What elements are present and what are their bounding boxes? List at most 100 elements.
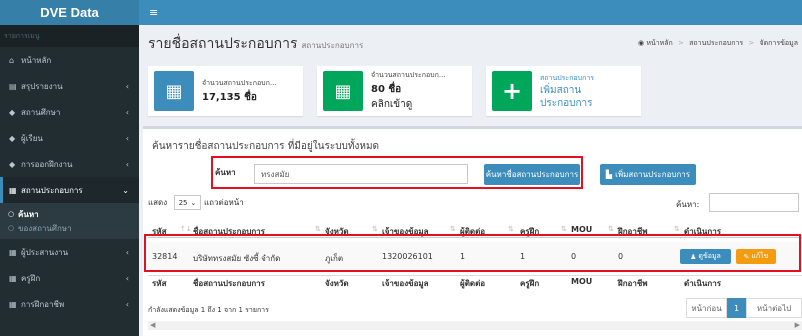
- sort-icon: ⇅: [450, 225, 456, 233]
- footer-column-actions: ดำเนินการ: [684, 279, 721, 288]
- menu-header: รายการเมนู: [0, 25, 139, 47]
- circle-icon: ○: [8, 210, 15, 218]
- breadcrumb-home[interactable]: หน้าหลัก: [646, 39, 672, 47]
- panel-title: ค้นหารายชื่อสถานประกอบการ ที่มีอยู่ในระบ…: [152, 141, 380, 152]
- sort-icon: ⇅: [674, 225, 680, 233]
- page-length-select[interactable]: 25 ⌄: [174, 195, 201, 210]
- page-subtitle: สถานประกอบการ: [301, 41, 364, 50]
- sidebar-item-home[interactable]: ⌂ หน้าหลัก: [0, 47, 139, 73]
- building-icon: ▦: [9, 185, 17, 195]
- submenu-label: ค้นหา: [18, 209, 39, 219]
- breadcrumb-manage: จัดการข้อมูล: [759, 39, 798, 47]
- sidebar-item-label: ครูฝึก: [21, 273, 41, 283]
- sidebar-item-label: การฝึกอาชีพ: [21, 299, 65, 309]
- sidebar-item-label: สถานศึกษา: [21, 107, 61, 117]
- sort-asc-icon: ↑↓: [180, 225, 192, 233]
- page-title: รายชื่อสถานประกอบการ สถานประกอบการ: [148, 33, 363, 55]
- sort-icon: ⇅: [508, 225, 514, 233]
- horizontal-scrollbar[interactable]: ◀ ▶: [148, 321, 802, 330]
- stat-total-companies: ▦ จำนวนสถานประกอบก... 17,135 ชื่อ: [148, 66, 303, 116]
- sidebar-item-label: สถานประกอบการ: [21, 185, 83, 195]
- sidebar-item-training[interactable]: ◆ การออกฝึกงาน ‹: [0, 151, 139, 177]
- chevron-left-icon: ‹: [125, 159, 129, 169]
- stat-value: 80 ชื่อ: [371, 84, 402, 95]
- stat-label: สถานประกอบการ: [540, 73, 595, 82]
- sidebar-item-student[interactable]: ◆ ผู้เรียน ‹: [0, 125, 139, 151]
- add-company-line2[interactable]: ประกอบการ: [540, 97, 594, 110]
- chevron-left-icon: ‹: [125, 107, 129, 117]
- table-footer-header: รหัส ชื่อสถานประกอบการ จังหวัด เจ้าของข้…: [148, 275, 802, 289]
- chevron-down-icon: ⌄: [122, 185, 129, 195]
- stat-school-companies: ▦ จำนวนสถานประกอบก... 80 ชื่อ คลิกเข้าดู: [317, 66, 472, 116]
- footer-column-jobs: ฝึกอาชีพ: [618, 279, 648, 288]
- home-icon: ⌂: [9, 55, 15, 65]
- footer-column-province: จังหวัด: [325, 279, 349, 288]
- submenu-item-search[interactable]: ○ ค้นหา: [8, 207, 139, 221]
- sidebar-item-label: ผู้ประสานงาน: [21, 247, 69, 257]
- view-link[interactable]: คลิกเข้าดู: [371, 97, 446, 112]
- footer-column-id: รหัส: [152, 279, 167, 288]
- add-company-card[interactable]: + สถานประกอบการ เพิ่มสถาน ประกอบการ: [486, 66, 641, 116]
- stat-label: จำนวนสถานประกอบก...: [202, 78, 277, 87]
- scroll-right-icon[interactable]: ▶: [795, 321, 800, 329]
- footer-column-contacts: ผู้ติดต่อ: [460, 279, 486, 288]
- table-info-text: กำลังแสดงข้อมูล 1 ถึง 1 จาก 1 รายการ: [148, 306, 269, 314]
- training-icon: ◆: [9, 159, 16, 169]
- column-header-mou[interactable]: MOU: [571, 225, 592, 234]
- career-icon: ▦: [9, 299, 17, 309]
- sidebar-item-trainer[interactable]: ▦ ครูฝึก ‹: [0, 265, 139, 291]
- sort-icon: ⇅: [372, 225, 378, 233]
- building-icon: ▦: [154, 71, 194, 111]
- page-title-text: รายชื่อสถานประกอบการ: [148, 35, 298, 51]
- pagination-page-1[interactable]: 1: [727, 298, 746, 318]
- sidebar-item-company[interactable]: ▦ สถานประกอบการ ⌄: [0, 177, 139, 203]
- network-icon: ▦: [9, 247, 17, 257]
- view-info-button[interactable]: ♟ ดูข้อมูล: [680, 249, 731, 264]
- circle-icon: ○: [8, 224, 15, 232]
- footer-column-name: ชื่อสถานประกอบการ: [193, 279, 265, 288]
- pagination-next[interactable]: หน้าต่อไป: [746, 298, 802, 318]
- sidebar-item-coordinator[interactable]: ▦ ผู้ประสานงาน ‹: [0, 239, 139, 265]
- footer-column-trainers: ครูฝึก: [520, 279, 540, 288]
- breadcrumb: ◉ หน้าหลัก > สถานประกอบการ > จัดการข้อมู…: [637, 39, 798, 47]
- edit-icon: ✎: [743, 252, 750, 261]
- search-company-button[interactable]: ค้นหาชื่อสถานประกอบการ: [484, 164, 580, 185]
- breadcrumb-company[interactable]: สถานประกอบการ: [689, 39, 743, 47]
- scroll-left-icon[interactable]: ◀: [150, 321, 155, 329]
- edit-button[interactable]: ✎ แก้ไข: [736, 249, 776, 264]
- sidebar-item-label: ผู้เรียน: [21, 133, 43, 143]
- building-icon: ▦: [323, 71, 363, 111]
- page-length-after-label: แถวต่อหน้า: [204, 198, 244, 207]
- chevron-left-icon: ‹: [125, 81, 129, 91]
- add-company-line1[interactable]: เพิ่มสถาน: [540, 84, 594, 97]
- sidebar-item-school[interactable]: ◆ สถานศึกษา ‹: [0, 99, 139, 125]
- chevron-left-icon: ‹: [125, 299, 129, 309]
- sidebar-item-report[interactable]: ▤ สรุปรายงาน ‹: [0, 73, 139, 99]
- chevron-left-icon: ‹: [125, 247, 129, 257]
- top-navbar: ≡: [139, 0, 802, 25]
- sidebar: DVE Data รายการเมนู ⌂ หน้าหลัก ▤ สรุปราย…: [0, 0, 139, 336]
- filter-label: ค้นหา:: [676, 200, 700, 209]
- chevron-left-icon: ‹: [125, 273, 129, 283]
- table-filter-input[interactable]: [709, 193, 799, 212]
- page-length-label: แสดง: [148, 198, 168, 207]
- brand-logo[interactable]: DVE Data: [0, 0, 139, 25]
- stat-value: 17,135 ชื่อ: [202, 91, 257, 103]
- sidebar-item-label: การออกฝึกงาน: [21, 159, 73, 169]
- company-submenu: ○ ค้นหา ○ ของสถานศึกษา: [0, 203, 139, 239]
- pagination-prev[interactable]: หน้าก่อน: [686, 298, 727, 318]
- search-input[interactable]: [254, 164, 468, 184]
- page-length-value: 25: [178, 198, 188, 207]
- stat-label: จำนวนสถานประกอบก...: [371, 71, 446, 79]
- menu-toggle-icon[interactable]: ≡: [149, 6, 158, 19]
- submenu-item-school-owned[interactable]: ○ ของสถานศึกษา: [8, 221, 139, 235]
- view-info-label: ดูข้อมูล: [698, 252, 721, 260]
- chart-icon: ▙: [605, 170, 613, 179]
- footer-column-mou: MOU: [571, 277, 593, 286]
- sort-icon: ⇅: [561, 225, 567, 233]
- trainer-icon: ▦: [9, 273, 17, 283]
- sidebar-item-career[interactable]: ▦ การฝึกอาชีพ ‹: [0, 291, 139, 317]
- edit-label: แก้ไข: [751, 252, 769, 260]
- chevron-left-icon: ‹: [125, 133, 129, 143]
- add-company-button[interactable]: ▙ เพิ่มสถานประกอบการ: [600, 164, 696, 185]
